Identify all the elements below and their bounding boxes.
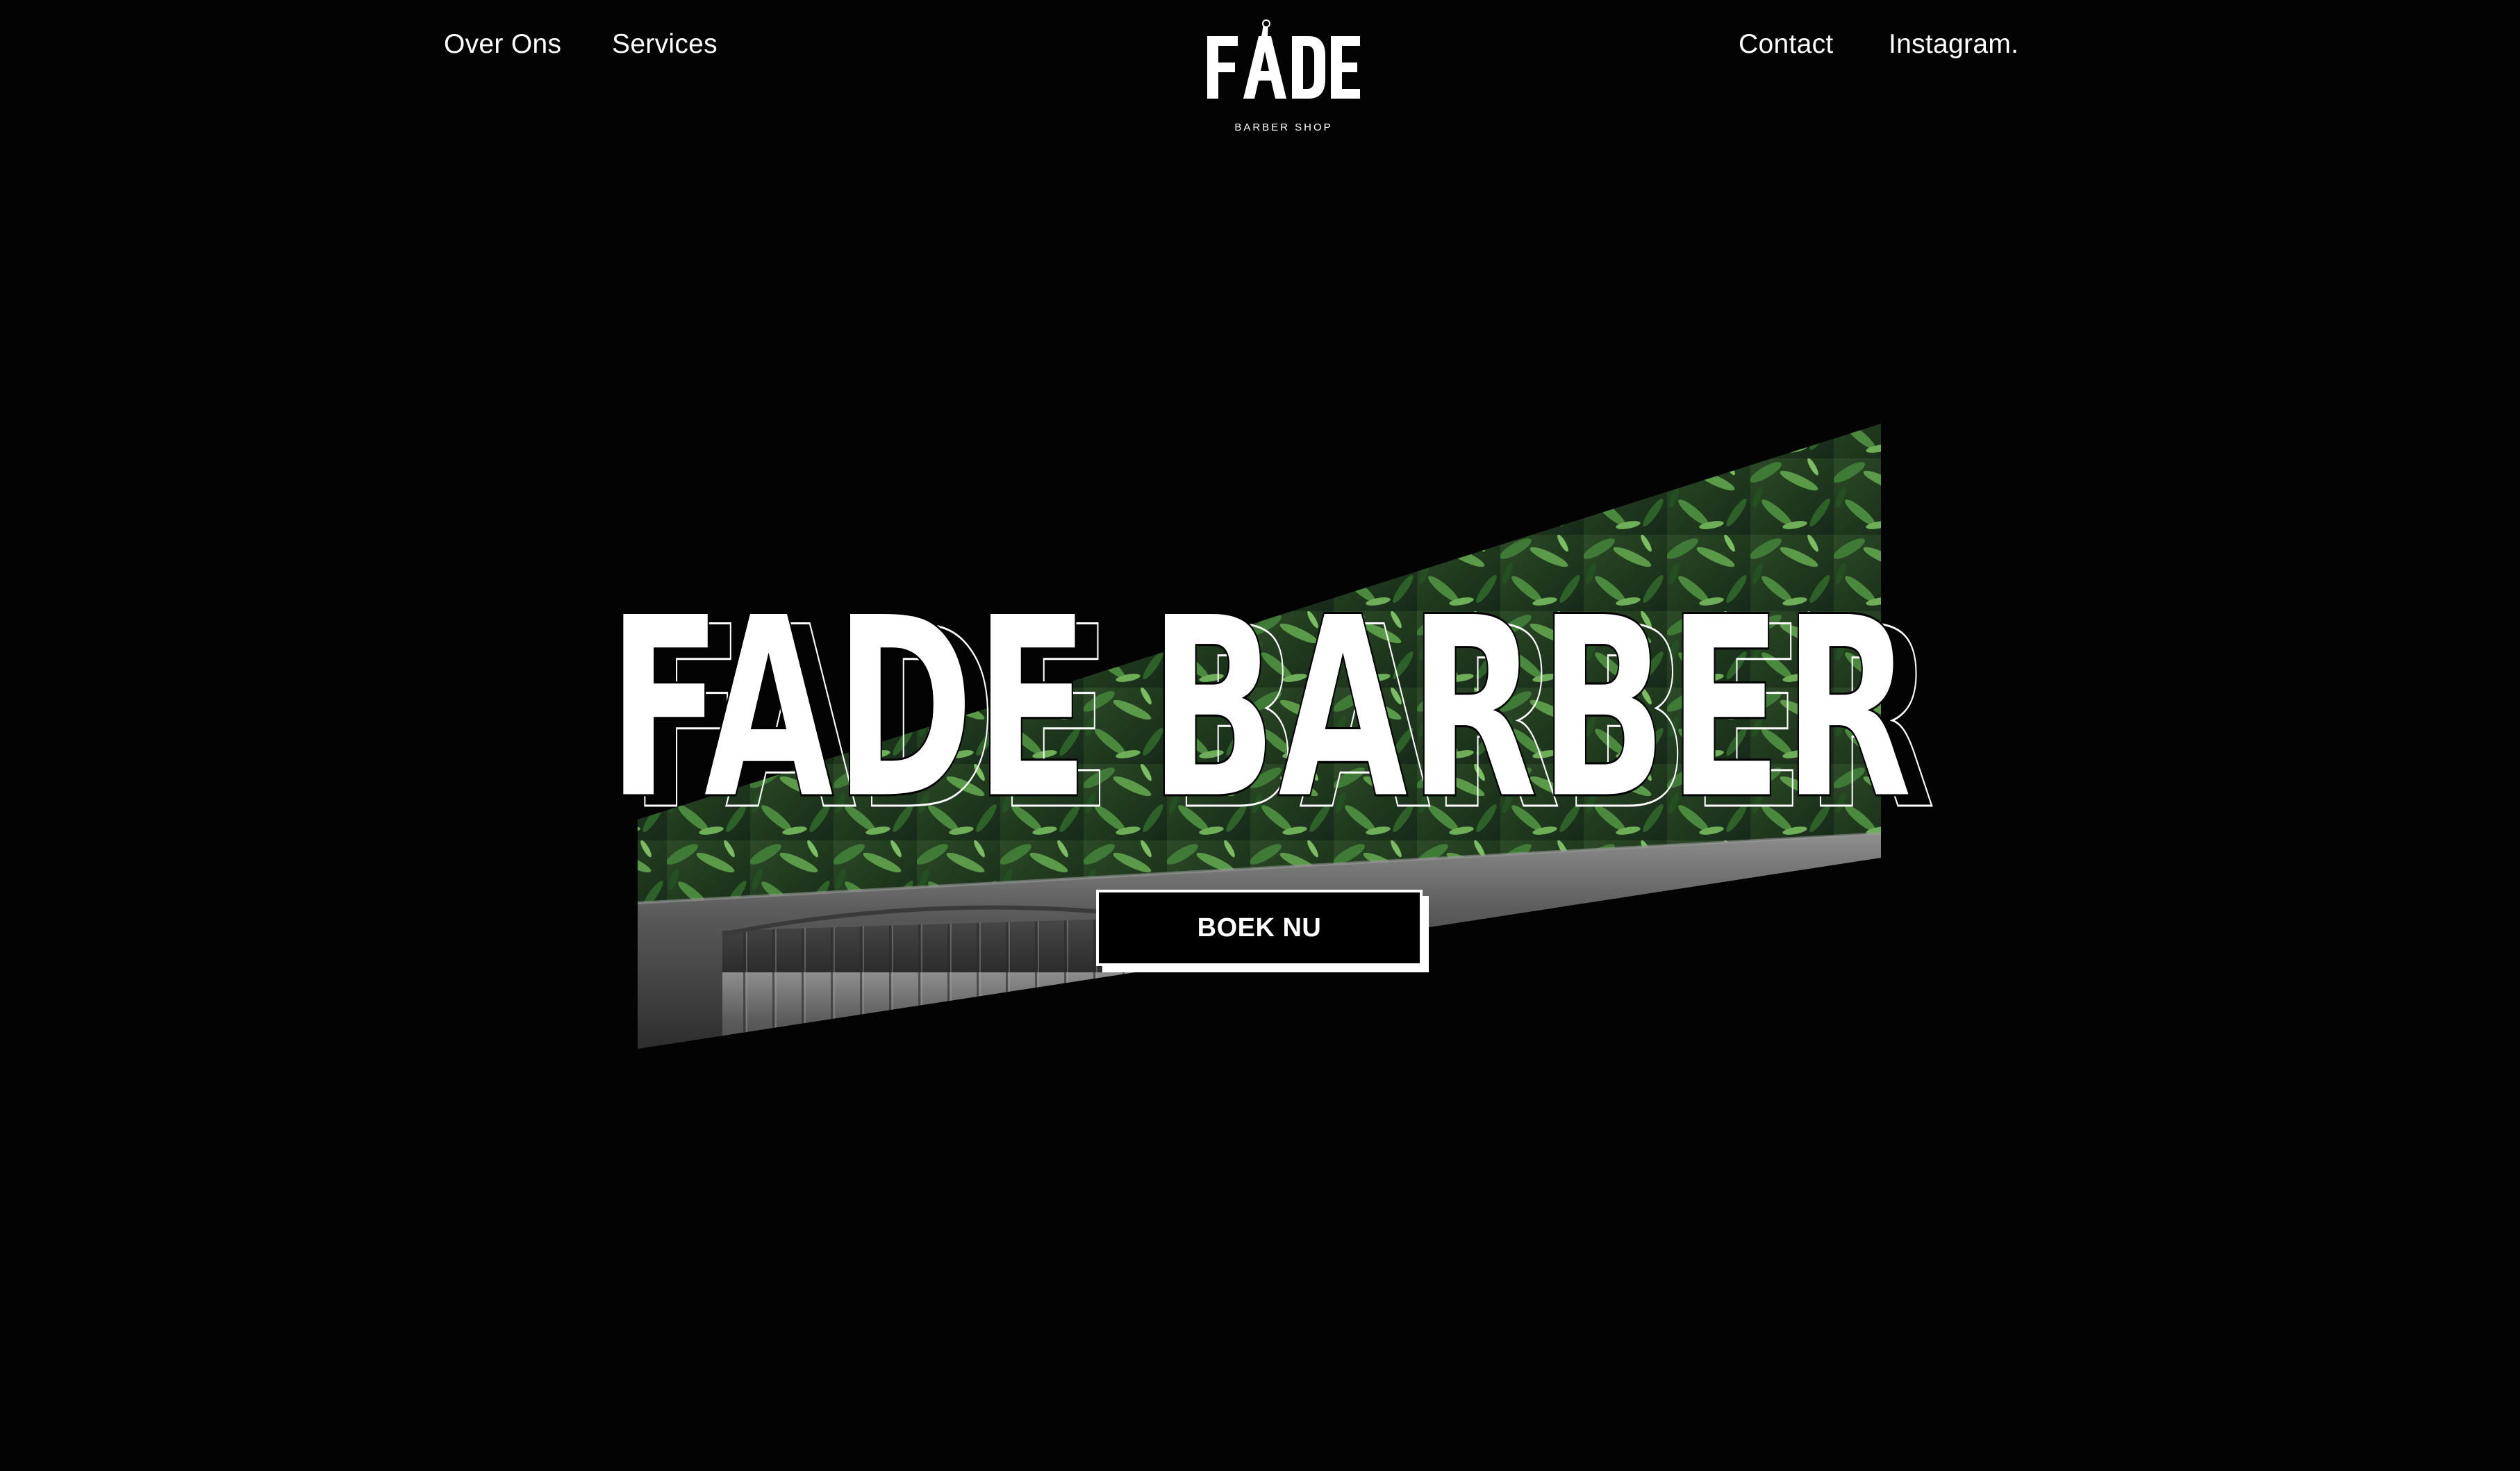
hero-title-text: FADE BARBER (607, 563, 1913, 854)
hero-title: FADE BARBER FADE BARBER (565, 549, 1955, 866)
boek-nu-button[interactable]: BOEK NU (1096, 890, 1423, 966)
